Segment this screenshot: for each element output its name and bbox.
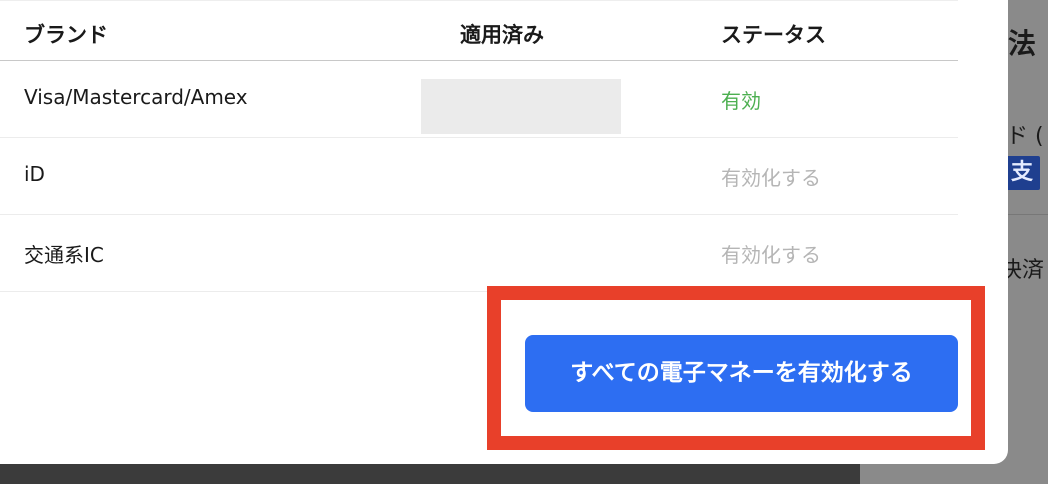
status-active-label: 有効 [721,89,761,113]
table-row-transit-ic: 交通系IC 有効化する [0,215,958,292]
brand-status-table: ブランド 適用済み ステータス Visa/Mastercard/Amex 有効 … [0,0,958,292]
background-card-label: ド ( [1006,124,1044,149]
brand-name: 交通系IC [24,243,104,267]
enable-all-emoney-button[interactable]: すべての電子マネーを有効化する [525,335,958,412]
applied-placeholder [421,79,621,134]
brand-name: iD [24,162,45,186]
enable-transit-ic-link[interactable]: 有効化する [721,239,821,268]
table-header-row: ブランド 適用済み ステータス [0,0,958,61]
header-applied: 適用済み [460,23,544,47]
header-brand: ブランド [24,23,108,47]
background-page-title: 法 [1008,27,1037,60]
table-row-visa-mastercard-amex: Visa/Mastercard/Amex 有効 [0,61,958,138]
background-payment-badge: 支 [1004,156,1040,190]
enable-id-link[interactable]: 有効化する [721,162,821,191]
brand-name: Visa/Mastercard/Amex [24,85,248,109]
header-status: ステータス [721,23,826,47]
table-row-id: iD 有効化する [0,138,958,215]
